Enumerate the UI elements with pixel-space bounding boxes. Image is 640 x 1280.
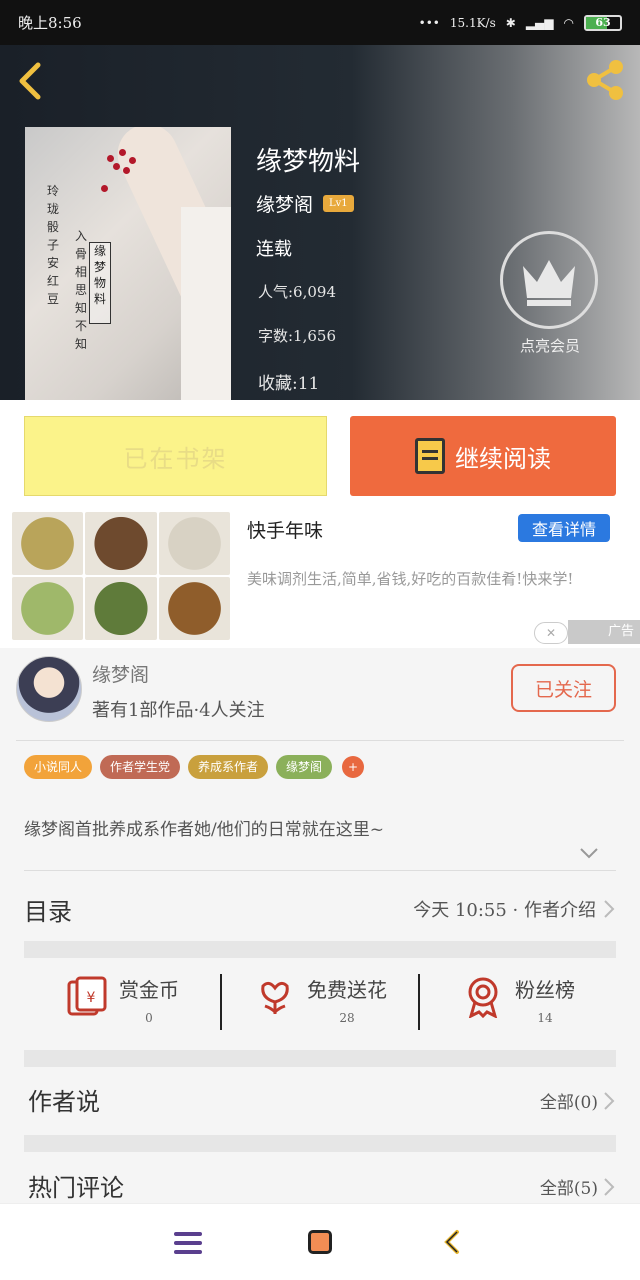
share-icon <box>587 60 623 100</box>
battery-icon: 63 <box>584 14 622 31</box>
popularity: 人气:6,094 <box>258 283 336 301</box>
ad-photo <box>12 577 84 640</box>
section-divider <box>24 1050 616 1067</box>
author-tag[interactable]: 缘梦阁 <box>276 755 333 779</box>
ad-photo <box>85 512 157 575</box>
ad-banner[interactable]: 快手年味 查看详情 美味调剂生活,简单,省钱,好吃的百款佳肴!快来学! ✕ 广告 <box>0 512 640 648</box>
medal-icon <box>468 977 498 1018</box>
stat-name: 粉丝榜 <box>515 978 575 1002</box>
author-tag[interactable]: 养成系作者 <box>188 755 269 779</box>
catalog-info: 今天 10:55 · 作者介绍 <box>413 900 596 921</box>
network-speed: 15.1K/s <box>449 15 496 30</box>
more-tags-button[interactable]: + <box>342 756 365 778</box>
author-stats: 著有1部作品·4人关注 <box>92 700 265 721</box>
author-level-badge: Lv1 <box>323 195 354 212</box>
crown-icon <box>523 260 575 306</box>
stat-reward[interactable]: ¥ 赏金币 0 <box>24 958 220 1048</box>
author-name[interactable]: 缘梦阁 <box>92 660 149 687</box>
book-title: 缘梦物料 <box>256 147 361 177</box>
favorites-count: 收藏:11 <box>258 374 320 394</box>
ad-tag: 广告 <box>568 620 640 644</box>
status-time: 晚上8:56 <box>18 14 82 32</box>
author-say-title: 作者说 <box>28 1088 100 1116</box>
stat-name: 免费送花 <box>307 978 387 1002</box>
ad-photo <box>12 512 84 575</box>
stat-value: 28 <box>339 1011 355 1025</box>
red-envelope-icon: ¥ <box>67 976 107 1016</box>
menu-icon[interactable] <box>174 1232 202 1254</box>
stat-fans[interactable]: 粉丝榜 14 <box>420 958 616 1048</box>
ad-photo <box>85 577 157 640</box>
cover-title-stamp: 缘梦物料 <box>89 242 111 324</box>
follow-button[interactable]: 已关注 <box>511 664 616 712</box>
stat-name: 赏金币 <box>119 978 179 1002</box>
book-author[interactable]: 缘梦阁 <box>256 190 313 217</box>
word-count: 字数:1,656 <box>258 327 336 345</box>
hot-comments-link[interactable]: 全部(5) <box>540 1174 616 1199</box>
book-header: 玲珑骰子安红豆 缘梦物料 入骨相思知不知 缘梦物料 缘梦阁 Lv1 连载 人气:… <box>0 45 640 400</box>
ad-photo <box>158 512 230 575</box>
author-say-link[interactable]: 全部(0) <box>540 1088 616 1113</box>
chevron-left-icon <box>19 62 41 100</box>
continue-reading-label: 继续阅读 <box>455 444 551 473</box>
back-nav-icon[interactable] <box>440 1228 464 1256</box>
ad-detail-button[interactable]: 查看详情 <box>518 514 610 542</box>
catalog-title: 目录 <box>24 897 72 926</box>
continue-reading-button[interactable]: 继续阅读 <box>350 416 616 496</box>
ad-photo <box>158 577 230 640</box>
ad-close-button[interactable]: ✕ <box>534 622 568 644</box>
hot-comments-count: 全部(5) <box>539 1179 598 1199</box>
share-button[interactable] <box>582 57 628 103</box>
chevron-right-icon <box>604 1177 615 1196</box>
stat-value: 0 <box>145 1011 153 1025</box>
cover-poem-2: 入骨相思知不知 <box>75 229 88 351</box>
stat-value: 14 <box>537 1011 553 1025</box>
flower-icon <box>261 981 289 1014</box>
chevron-down-icon[interactable] <box>578 842 600 864</box>
serial-status: 连载 <box>256 239 292 260</box>
ad-description: 美味调剂生活,简单,省钱,好吃的百款佳肴!快来学! <box>247 570 574 588</box>
divider <box>24 870 616 871</box>
home-icon[interactable] <box>308 1230 332 1254</box>
avatar[interactable] <box>16 656 82 722</box>
battery-level: 63 <box>595 15 611 29</box>
stats-row: ¥ 赏金币 0 免费送花 28 粉丝榜 14 <box>24 958 616 1048</box>
author-intro: 缘梦阁首批养成系作者她/他们的日常就在这里~ <box>24 820 384 840</box>
divider <box>16 740 624 741</box>
stat-flower[interactable]: 免费送花 28 <box>222 958 418 1048</box>
status-bar: 晚上8:56 ••• 15.1K/s ✱ ▂▄▆ ◠ 63 <box>0 0 640 45</box>
section-divider <box>24 1135 616 1152</box>
system-nav-bar <box>0 1203 640 1280</box>
cell-signal-icon: ▂▄▆ <box>525 15 554 30</box>
ad-title: 快手年味 <box>247 520 324 542</box>
on-shelf-button[interactable]: 已在书架 <box>24 416 327 496</box>
svg-text:¥: ¥ <box>87 990 96 1006</box>
chevron-right-icon <box>604 1091 615 1110</box>
author-say-count: 全部(0) <box>539 1093 598 1113</box>
book-icon <box>415 438 445 474</box>
chevron-right-icon <box>604 900 615 918</box>
author-info: 缘梦阁 著有1部作品·4人关注 已关注 <box>0 648 640 748</box>
cover-poem: 玲珑骰子安红豆 <box>47 184 60 306</box>
signal-dots-icon: ••• <box>418 15 440 30</box>
book-cover[interactable]: 玲珑骰子安红豆 缘梦物料 入骨相思知不知 <box>25 127 231 400</box>
section-divider <box>24 941 616 958</box>
vip-button[interactable]: 点亮会员 <box>500 231 600 356</box>
catalog-row[interactable]: 目录 今天 10:55 · 作者介绍 <box>24 880 616 938</box>
bluetooth-icon: ✱ <box>505 15 516 30</box>
author-tags: 小说同人 作者学生党 养成系作者 缘梦阁 + <box>24 755 365 779</box>
ad-image <box>12 512 230 640</box>
author-tag[interactable]: 作者学生党 <box>100 755 181 779</box>
action-bar: 已在书架 继续阅读 <box>0 400 640 512</box>
vip-label: 点亮会员 <box>519 337 580 355</box>
back-button[interactable] <box>14 61 50 100</box>
author-tag[interactable]: 小说同人 <box>24 755 93 779</box>
wifi-icon: ◠ <box>563 15 574 30</box>
hot-comments-title: 热门评论 <box>28 1174 124 1202</box>
